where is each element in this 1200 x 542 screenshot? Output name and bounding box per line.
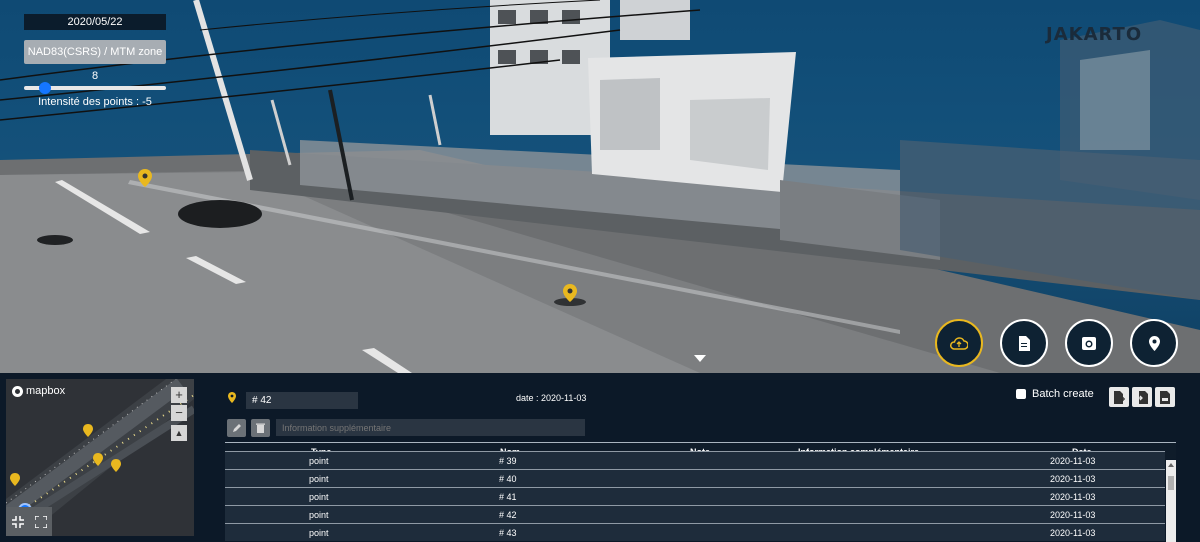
point-cloud-scene [0, 0, 1200, 373]
cell-nom: # 39 [499, 456, 517, 466]
cloud-upload-icon [950, 337, 968, 350]
cell-type: point [309, 528, 329, 538]
pencil-icon [232, 424, 241, 432]
camera-icon [1082, 336, 1096, 350]
cell-type: point [309, 492, 329, 502]
batch-create-checkbox[interactable] [1016, 389, 1026, 399]
mapbox-logo: mapbox [12, 385, 65, 397]
fullscreen-controls [6, 507, 52, 536]
import-button[interactable] [1132, 387, 1152, 407]
cell-type: point [309, 474, 329, 484]
document-button[interactable] [1000, 319, 1048, 367]
delete-button[interactable] [251, 419, 270, 437]
location-pin-icon [1148, 335, 1160, 351]
zoom-in-button[interactable]: + [171, 387, 187, 403]
batch-create-label: Batch create [1032, 388, 1094, 400]
fullscreen-exit-icon[interactable] [11, 515, 24, 528]
table-scrollbar[interactable] [1166, 460, 1176, 542]
cell-date: 2020-11-03 [1050, 492, 1096, 502]
cell-date: 2020-11-03 [1050, 528, 1096, 538]
annotation-table: Type Nom Note Information complémentaire… [225, 442, 1176, 542]
point-cloud-viewport[interactable]: 2020/05/22 NAD83(CSRS) / MTM zone 8 Inte… [0, 0, 1200, 373]
cell-nom: # 41 [499, 492, 517, 502]
cell-nom: # 43 [499, 528, 517, 538]
table-row[interactable]: point # 40 2020-11-03 [225, 469, 1165, 487]
table-row[interactable]: point # 39 2020-11-03 [225, 451, 1165, 469]
crs-selector-button[interactable]: NAD83(CSRS) / MTM zone 8 [24, 40, 166, 82]
annotation-date: date : 2020-11-03 [516, 393, 587, 403]
file-add-icon [1114, 390, 1125, 404]
scroll-up-icon[interactable] [1168, 463, 1174, 467]
compass-icon: ▲ [174, 428, 184, 438]
slider-thumb[interactable] [39, 82, 51, 94]
cell-nom: # 42 [499, 510, 517, 520]
table-row[interactable]: point # 43 2020-11-03 [225, 523, 1165, 541]
location-marker-icon[interactable] [563, 284, 577, 302]
location-marker-icon[interactable] [138, 169, 152, 187]
trash-icon [256, 423, 265, 433]
capture-date: 2020/05/22 [24, 14, 166, 30]
edit-button[interactable] [227, 419, 246, 437]
compass-button[interactable]: ▲ [171, 425, 187, 441]
cell-nom: # 40 [499, 474, 517, 484]
minimap[interactable]: mapbox + − ▲ [6, 379, 194, 536]
mapbox-label: mapbox [26, 385, 66, 397]
annotation-name-input[interactable] [246, 392, 358, 409]
file-import-icon [1136, 390, 1148, 404]
cell-type: point [309, 456, 329, 466]
export-pdf-button[interactable] [1155, 387, 1175, 407]
zoom-out-button[interactable]: − [171, 405, 187, 421]
table-row[interactable]: point # 42 2020-11-03 [225, 505, 1165, 523]
add-file-button[interactable] [1109, 387, 1129, 407]
file-pdf-icon [1160, 390, 1170, 404]
scrollbar-thumb[interactable] [1168, 476, 1174, 490]
intensity-slider[interactable] [24, 82, 166, 94]
marker-icon [228, 392, 236, 403]
intensity-label: Intensité des points : -5 [38, 96, 152, 108]
cell-date: 2020-11-03 [1050, 474, 1096, 484]
cell-date: 2020-11-03 [1050, 510, 1096, 520]
collapse-panel-icon[interactable] [694, 355, 706, 362]
cloud-upload-button[interactable] [935, 319, 983, 367]
camera-button[interactable] [1065, 319, 1113, 367]
cell-type: point [309, 510, 329, 520]
batch-create-toggle[interactable]: Batch create [1016, 388, 1094, 400]
table-row[interactable]: point # 41 2020-11-03 [225, 487, 1165, 505]
extra-info-input[interactable] [276, 419, 585, 436]
jakarto-logo: JAKARTO [1046, 24, 1143, 45]
cell-date: 2020-11-03 [1050, 456, 1096, 466]
location-pin-button[interactable] [1130, 319, 1178, 367]
mapbox-icon [12, 385, 23, 397]
document-icon [1019, 335, 1030, 351]
fullscreen-icon[interactable] [34, 515, 47, 528]
